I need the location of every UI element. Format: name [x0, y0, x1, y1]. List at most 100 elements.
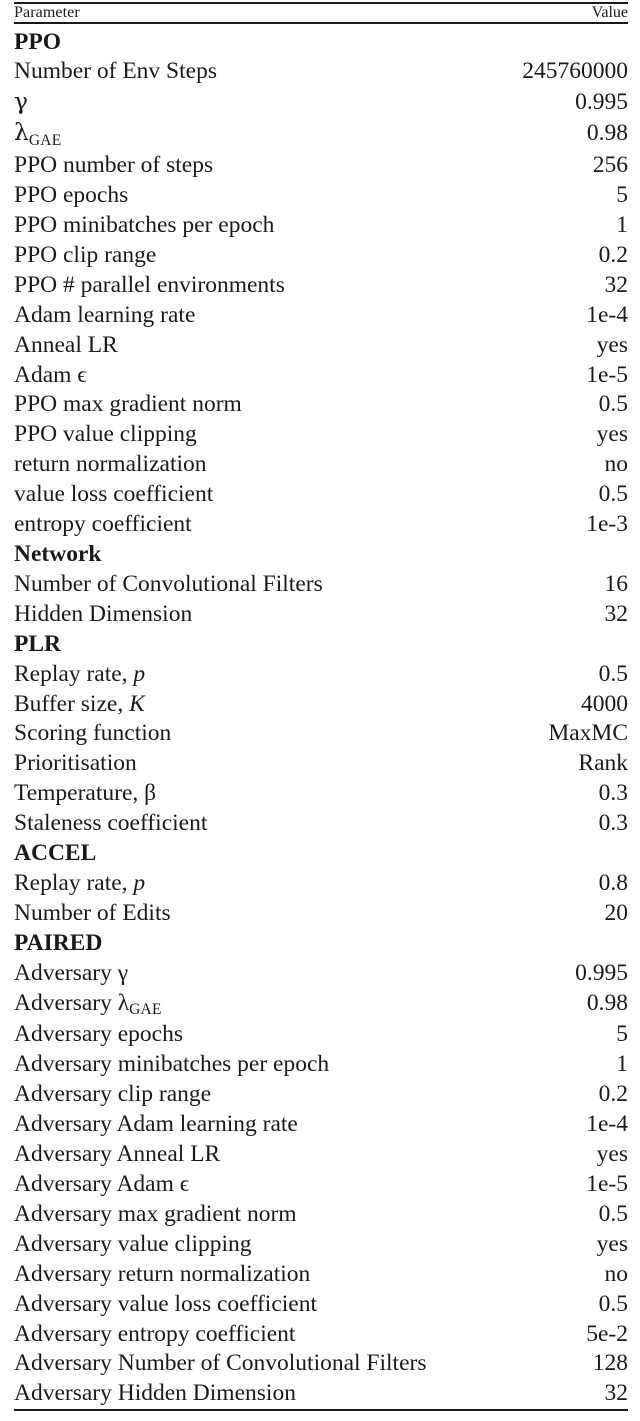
parameter-name-text: Replay rate, [14, 869, 134, 896]
parameter-value: 0.2 [598, 1081, 628, 1108]
parameter-name: Hidden Dimension [14, 600, 395, 630]
table-row: Adversary minibatches per epoch 1 [14, 1050, 628, 1080]
parameter-value: 1e-5 [586, 1171, 628, 1198]
table-row: Number of Edits 20 [14, 899, 628, 929]
section-label: PLR [14, 630, 395, 660]
parameter-name-text: PAIRED [14, 929, 103, 956]
table-row: PPO max gradient norm 0.5 [14, 390, 628, 420]
parameter-value: 0.5 [598, 481, 628, 508]
parameter-name: Adam learning rate [14, 301, 395, 331]
table-row: Temperature, β 0.3 [14, 779, 628, 809]
parameter-value: 0.5 [598, 1290, 628, 1317]
parameter-name-text: Adversary λ [14, 989, 130, 1016]
parameter-name: Temperature, β [14, 779, 395, 809]
parameter-name: Adversary return normalization [14, 1260, 395, 1290]
parameter-name: PPO clip range [14, 241, 395, 271]
parameter-name-text: Temperature, β [14, 780, 157, 807]
parameter-name: Adversary γ [14, 959, 395, 989]
parameter-name-text: entropy coefficient [14, 511, 192, 538]
parameter-name-text: Number of Env Steps [14, 58, 217, 85]
parameter-value: yes [596, 1141, 628, 1168]
section-label: PPO [14, 28, 395, 58]
table-section-row: Network [14, 540, 628, 570]
parameter-name-text: Adam learning rate [14, 301, 196, 328]
parameter-name-text: Anneal LR [14, 331, 118, 358]
parameter-name: Adversary epochs [14, 1020, 395, 1050]
parameter-value: yes [596, 331, 628, 358]
table-header-row: Parameter Value [14, 4, 628, 22]
parameter-name: PPO minibatches per epoch [14, 211, 395, 241]
table-row: Adversary clip range 0.2 [14, 1080, 628, 1110]
table-section-row: PAIRED [14, 929, 628, 959]
parameter-name-text: PPO clip range [14, 241, 157, 268]
parameter-name-text: Adversary return normalization [14, 1260, 311, 1287]
parameter-value: 0.98 [586, 120, 628, 147]
parameter-value: 1 [616, 212, 628, 239]
table-row: Adversary Adam ϵ 1e-5 [14, 1170, 628, 1200]
table-row: Adversary max gradient norm 0.5 [14, 1200, 628, 1230]
parameter-name-text: PPO [14, 28, 61, 55]
parameter-subscript: GAE [28, 131, 62, 149]
parameter-value: 1e-4 [586, 301, 628, 328]
parameter-value: 245760000 [522, 58, 628, 85]
table-row: Adversary Anneal LR yes [14, 1140, 628, 1170]
parameter-value [395, 929, 628, 959]
parameter-symbol: K [129, 690, 145, 717]
parameter-name-text: PPO max gradient norm [14, 391, 242, 418]
table-bottom-rule [14, 1409, 628, 1412]
table-row: Adversary Hidden Dimension 32 [14, 1379, 628, 1409]
parameter-name-text: Adversary minibatches per epoch [14, 1051, 330, 1078]
parameter-name: Buffer size, K [14, 690, 395, 720]
table-row: Adam learning rate 1e-4 [14, 301, 628, 331]
parameter-subscript: GAE [129, 1000, 162, 1018]
section-label: ACCEL [14, 839, 395, 869]
parameter-name: Scoring function [14, 719, 395, 749]
parameter-value [395, 630, 628, 660]
parameter-name: Adversary value clipping [14, 1230, 395, 1260]
parameter-name-text: Adversary Adam ϵ [14, 1171, 190, 1198]
parameter-value: 32 [604, 1380, 629, 1407]
parameter-name-text: Adversary value clipping [14, 1230, 252, 1257]
parameter-value: 0.8 [598, 869, 628, 896]
parameter-name-text: Adversary Number of Convolutional Filter… [14, 1350, 427, 1377]
parameter-value: 0.995 [575, 89, 628, 116]
table-row: Adversary entropy coefficient 5e-2 [14, 1320, 628, 1350]
parameter-name-text: PPO minibatches per epoch [14, 212, 275, 239]
table-row: Adversary Adam learning rate 1e-4 [14, 1110, 628, 1140]
section-label: Network [14, 540, 395, 570]
parameter-value: 32 [604, 271, 629, 298]
parameter-name: Adversary entropy coefficient [14, 1320, 395, 1350]
parameter-name: Anneal LR [14, 331, 395, 361]
parameter-value [395, 540, 628, 570]
parameter-value: 0.2 [598, 241, 628, 268]
parameter-value: 0.3 [598, 810, 628, 837]
column-header-value: Value [591, 4, 628, 22]
parameter-value [395, 28, 628, 58]
table-row: return normalization no [14, 450, 628, 480]
parameter-name-text: Adversary Hidden Dimension [14, 1380, 296, 1407]
table-row: Staleness coefficient 0.3 [14, 809, 628, 839]
parameter-value: 0.995 [575, 959, 628, 986]
parameter-value [395, 839, 628, 869]
parameter-value: 0.5 [598, 660, 628, 687]
parameter-name: Adversary Adam learning rate [14, 1110, 395, 1140]
parameter-name: Adam ϵ [14, 361, 395, 391]
parameter-name: return normalization [14, 450, 395, 480]
table-section-row: PLR [14, 630, 628, 660]
parameter-name-text: value loss coefficient [14, 481, 214, 508]
table-section-row: PPO [14, 28, 628, 58]
parameter-value: 1e-5 [586, 361, 628, 388]
parameter-name: Staleness coefficient [14, 809, 395, 839]
parameter-value: no [604, 451, 629, 478]
parameter-value: 0.3 [598, 780, 628, 807]
parameter-name-text: Adversary entropy coefficient [14, 1320, 296, 1347]
parameter-value: 20 [604, 899, 629, 926]
table-row: Adversary γ 0.995 [14, 959, 628, 989]
table-row: Anneal LR yes [14, 331, 628, 361]
table-row: Prioritisation Rank [14, 749, 628, 779]
parameter-value: 5 [616, 1021, 628, 1048]
parameter-value: Rank [578, 750, 628, 777]
parameter-name-text: PPO number of steps [14, 152, 214, 179]
table-row: Adversary value clipping yes [14, 1230, 628, 1260]
parameter-name: Replay rate, p [14, 869, 395, 899]
